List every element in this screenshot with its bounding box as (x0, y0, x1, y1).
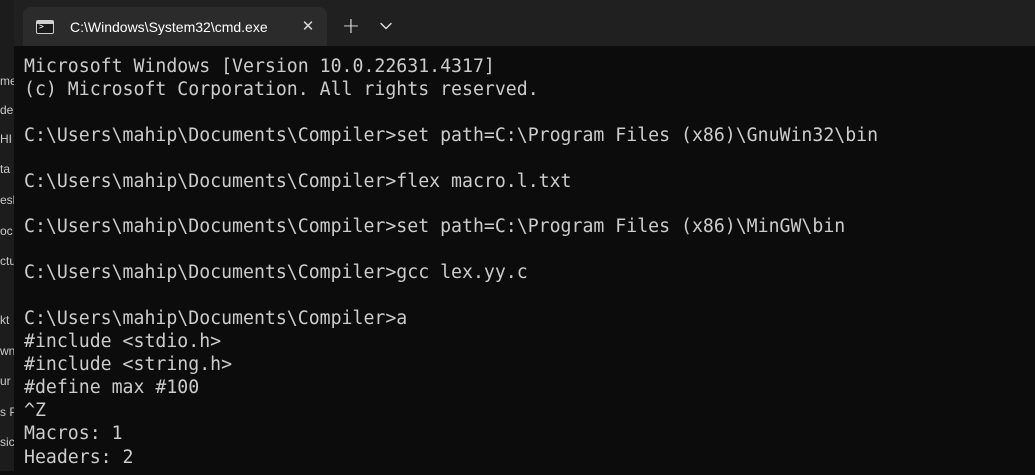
tab-cmd[interactable]: C:\Windows\System32\cmd.exe ✕ (23, 7, 327, 46)
background-text-fragment: wn (0, 344, 14, 358)
background-text-fragment: ctu (0, 254, 14, 268)
background-text-fragment: s P (0, 405, 14, 419)
console-line: #include <string.h> (24, 354, 233, 376)
background-text-fragment: de (0, 103, 14, 117)
console-line: Macros: 1 (24, 423, 123, 445)
background-window-strip: me de HI ta esl oc ctu kt wn ur s P sic (0, 0, 14, 471)
title-bar[interactable]: C:\Windows\System32\cmd.exe ✕ + (14, 0, 1035, 46)
console-line: #include <stdio.h> (24, 331, 222, 353)
background-text-fragment: kt (0, 313, 10, 327)
background-text-fragment: HI (0, 132, 12, 146)
background-text-fragment: me (0, 74, 14, 88)
background-text-fragment: ur (0, 374, 11, 388)
console-line: C:\Users\mahip\Documents\Compiler>a (24, 308, 408, 329)
background-text-fragment: sic (0, 435, 14, 449)
close-icon[interactable]: ✕ (298, 16, 318, 36)
console-line: Microsoft Windows [Version 10.0.22631.43… (24, 56, 495, 77)
background-text-fragment: oc (0, 224, 13, 238)
console-line: ^Z (24, 400, 46, 422)
new-tab-button[interactable]: + (335, 12, 367, 40)
background-text-fragment: ta (0, 162, 11, 176)
console-line: #define max #100 (24, 377, 200, 399)
console-line: (c) Microsoft Corporation. All rights re… (24, 79, 539, 101)
terminal-window: C:\Windows\System32\cmd.exe ✕ + Microsof… (14, 0, 1035, 471)
console-line: C:\Users\mahip\Documents\Compiler>gcc le… (24, 262, 528, 284)
chevron-down-icon[interactable] (372, 12, 400, 40)
console-line: Headers: 2 (24, 446, 134, 468)
console-line: C:\Users\mahip\Documents\Compiler>set pa… (24, 124, 879, 146)
tab-title: C:\Windows\System32\cmd.exe (70, 18, 268, 35)
console-line: C:\Users\mahip\Documents\Compiler>set pa… (24, 216, 846, 238)
background-text-fragment: esl (0, 193, 14, 207)
console-line: C:\Users\mahip\Documents\Compiler>flex m… (24, 170, 572, 192)
console-output[interactable]: Microsoft Windows [Version 10.0.22631.43… (24, 55, 1029, 475)
cmd-prompt-icon (36, 19, 54, 34)
